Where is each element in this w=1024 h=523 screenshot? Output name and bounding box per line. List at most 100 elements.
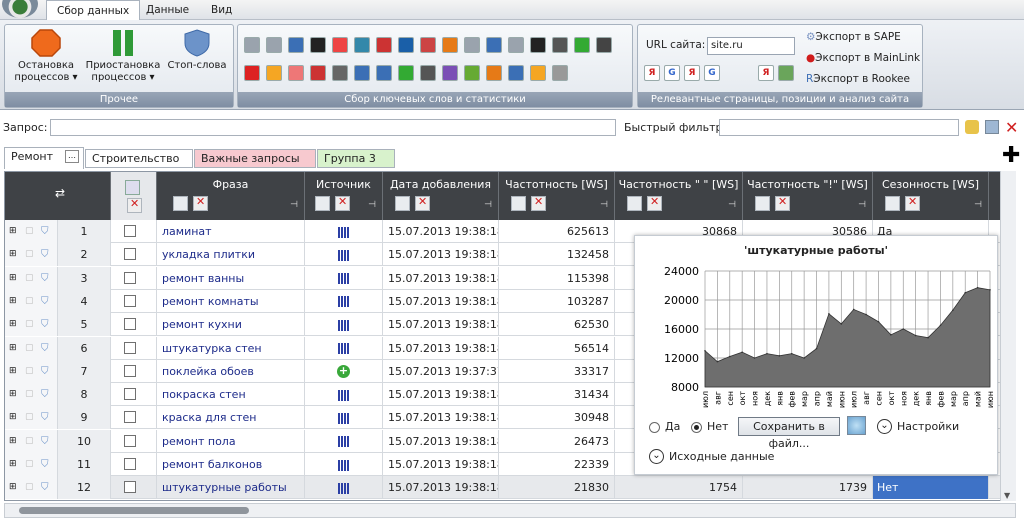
row-cell[interactable]: ⊞ ▢ ⛉: [5, 336, 58, 360]
date-cell[interactable]: 15.07.2013 19:38:18: [383, 383, 499, 407]
expand-icon[interactable]: ⊞: [9, 267, 17, 290]
row-checkbox[interactable]: [124, 434, 136, 447]
clear-filter-icon[interactable]: [531, 195, 546, 211]
keyword-tool-icon[interactable]: [266, 65, 282, 81]
row-cell[interactable]: [305, 476, 383, 500]
row-checkbox[interactable]: [124, 318, 136, 331]
row-number[interactable]: 11: [58, 453, 111, 476]
row-cell[interactable]: [305, 313, 383, 337]
row-cell[interactable]: [111, 406, 157, 430]
stop-processes-button[interactable]: Остановка процессов ▾: [9, 29, 83, 84]
ws-cell[interactable]: 31434: [499, 383, 615, 407]
ws-cell[interactable]: 30948: [499, 406, 615, 430]
expand-icon[interactable]: ⊞: [9, 453, 17, 476]
date-cell[interactable]: 15.07.2013 19:38:18: [383, 289, 499, 313]
phrase-cell[interactable]: ремонт балконов: [157, 453, 305, 476]
yandex-region-icon[interactable]: Я: [684, 65, 700, 81]
pin-icon[interactable]: ⊣: [290, 200, 298, 210]
settings-link[interactable]: Настройки: [897, 420, 959, 433]
row-cell[interactable]: ⊞ ▢ ⛉: [5, 406, 58, 430]
keyword-tool-icon[interactable]: [530, 65, 546, 81]
row-checkbox[interactable]: [124, 248, 136, 261]
tab-menu-icon[interactable]: …: [65, 150, 79, 163]
row-cell[interactable]: ⊞ ▢ ⛉: [5, 266, 58, 290]
ws-cell[interactable]: 56514: [499, 336, 615, 360]
keyword-tool-icon[interactable]: [552, 37, 568, 53]
phrase-cell[interactable]: штукатурка стен: [157, 336, 305, 360]
ws-cell[interactable]: 115398: [499, 266, 615, 290]
add-tab-icon[interactable]: ✚: [1002, 143, 1020, 168]
row-cell[interactable]: ⊞ ▢ ⛉: [5, 476, 58, 500]
scroll-down-icon[interactable]: ▼: [1004, 491, 1010, 500]
row-cell[interactable]: [111, 383, 157, 407]
row-cell[interactable]: ⊞ ▢ ⛉: [5, 453, 58, 476]
row-cell[interactable]: [111, 336, 157, 360]
keyword-tool-icon[interactable]: [288, 37, 304, 53]
vertical-scrollbar[interactable]: ▼: [1000, 171, 1016, 501]
menu-tab-view[interactable]: Вид: [201, 0, 242, 20]
ws-exact-cell[interactable]: 1739: [743, 476, 873, 500]
row-checkbox[interactable]: [124, 341, 136, 354]
app-orb-icon[interactable]: [2, 0, 38, 18]
row-cell[interactable]: [111, 453, 157, 476]
header-ws-quotes[interactable]: Частотность " " [WS] ⊣: [615, 172, 743, 220]
phrase-cell[interactable]: ремонт пола: [157, 429, 305, 453]
horizontal-scroll-thumb[interactable]: [19, 507, 249, 514]
row-cell[interactable]: [111, 313, 157, 337]
phrase-cell[interactable]: ремонт кухни: [157, 313, 305, 337]
row-cell[interactable]: [111, 243, 157, 267]
keyword-tool-icon[interactable]: [530, 37, 546, 53]
quick-filter-input[interactable]: [719, 119, 959, 136]
filter-icon[interactable]: [315, 196, 330, 211]
row-cell[interactable]: [111, 359, 157, 383]
keyword-tool-icon[interactable]: [420, 37, 436, 53]
expand-icon[interactable]: ⊞: [9, 220, 17, 243]
google-icon[interactable]: G: [664, 65, 680, 81]
filter-icon[interactable]: [985, 120, 999, 134]
row-checkbox[interactable]: [124, 388, 136, 401]
export-sape-button[interactable]: ⚙Экспорт в SAPE: [806, 31, 901, 43]
menu-tab-collect[interactable]: Сбор данных: [46, 0, 141, 20]
row-checkbox[interactable]: [124, 271, 136, 284]
date-cell[interactable]: 15.07.2013 19:38:18: [383, 336, 499, 360]
row-number[interactable]: 3: [58, 266, 111, 290]
phrase-cell[interactable]: краска для стен: [157, 406, 305, 430]
header-checkbox-column[interactable]: [111, 172, 157, 220]
pin-icon[interactable]: ⊣: [974, 200, 982, 210]
expand-icon[interactable]: ⊞: [9, 243, 17, 266]
phrase-cell[interactable]: ламинат: [157, 220, 305, 243]
date-cell[interactable]: 15.07.2013 19:38:18: [383, 476, 499, 500]
phrase-cell[interactable]: ремонт ванны: [157, 266, 305, 290]
radio-yes[interactable]: [649, 422, 660, 433]
ws-cell[interactable]: 62530: [499, 313, 615, 337]
row-cell[interactable]: [111, 220, 157, 243]
clear-filter-icon[interactable]: [415, 195, 430, 211]
row-cell[interactable]: [111, 476, 157, 500]
filter-icon[interactable]: [395, 196, 410, 211]
keyword-tool-icon[interactable]: [244, 65, 260, 81]
ws-cell[interactable]: 103287: [499, 289, 615, 313]
header-ws-exact[interactable]: Частотность "!" [WS] ⊣: [743, 172, 873, 220]
keyword-tool-icon[interactable]: [288, 65, 304, 81]
row-number[interactable]: 9: [58, 406, 111, 430]
expand-icon[interactable]: ⊞: [9, 430, 17, 453]
filter-icon[interactable]: [511, 196, 526, 211]
header-row-controls[interactable]: ⇄: [5, 172, 111, 220]
menu-tab-data[interactable]: Данные: [136, 0, 199, 20]
row-checkbox[interactable]: [124, 225, 136, 237]
keyword-tool-icon[interactable]: [376, 65, 392, 81]
date-cell[interactable]: 15.07.2013 19:38:18: [383, 406, 499, 430]
row-cell[interactable]: [305, 336, 383, 360]
row-checkbox[interactable]: [124, 364, 136, 377]
export-mainlink-button[interactable]: ●Экспорт в MainLink: [806, 52, 920, 64]
table-row[interactable]: ⊞ ▢ ⛉ 12 штукатурные работы 15.07.2013 19:38:…: [5, 476, 1005, 500]
yandex-positions-icon[interactable]: Я: [758, 65, 774, 81]
phrase-cell[interactable]: поклейка обоев: [157, 359, 305, 383]
row-cell[interactable]: [305, 289, 383, 313]
pin-icon[interactable]: ⊣: [600, 200, 608, 210]
snapshot-icon[interactable]: [847, 416, 866, 435]
image-stats-icon[interactable]: [778, 65, 794, 81]
row-cell[interactable]: [305, 383, 383, 407]
query-input[interactable]: [50, 119, 616, 136]
source-data-link[interactable]: Исходные данные: [669, 450, 774, 463]
